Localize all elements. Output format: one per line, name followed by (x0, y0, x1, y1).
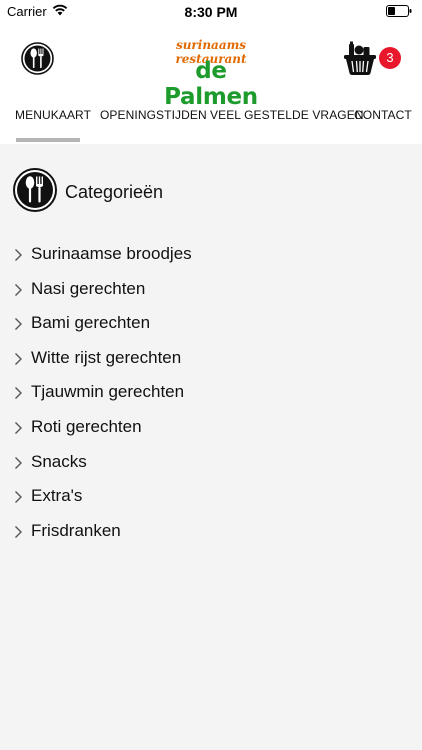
category-label: Frisdranken (31, 520, 121, 540)
chevron-right-icon (15, 387, 22, 400)
cart-count-badge[interactable]: 3 (379, 47, 401, 69)
cutlery-menu-icon[interactable] (21, 42, 54, 75)
active-tab-indicator (16, 138, 80, 142)
category-label: Surinaamse broodjes (31, 244, 192, 263)
category-item[interactable]: Surinaamse broodjes (0, 244, 422, 279)
category-label: Tjauwmin gerechten (31, 382, 185, 402)
chevron-right-icon (15, 318, 22, 331)
tab-openingstijden[interactable]: OPENINGSTIJDEN (100, 108, 207, 122)
category-label: Extra's (31, 486, 83, 506)
tab-contact[interactable]: CONTACT (354, 108, 412, 122)
battery-icon (386, 5, 412, 17)
category-item[interactable]: Tjauwmin gerechten (0, 382, 422, 417)
chevron-right-icon (15, 525, 22, 538)
chevron-right-icon (15, 456, 22, 469)
tab-menukaart[interactable]: MENUKAART (15, 108, 91, 122)
category-item[interactable]: Frisdranken (0, 521, 422, 556)
app-header: surinaams restaurant de Palmen 3 MENUKAA… (0, 22, 422, 144)
category-item[interactable]: Nasi gerechten (0, 279, 422, 314)
chevron-right-icon (15, 249, 22, 261)
category-item[interactable]: Witte rijst gerechten (0, 348, 422, 383)
clock: 8:30 PM (184, 4, 238, 20)
chevron-right-icon (15, 491, 22, 504)
category-label: Snacks (31, 451, 87, 471)
category-item[interactable]: Extra's (0, 486, 422, 521)
chevron-right-icon (15, 352, 22, 365)
tab-veel-gestelde-vragen[interactable]: VEEL GESTELDE VRAGEN (210, 108, 364, 122)
category-item[interactable]: Snacks (0, 452, 422, 487)
category-label: Bami gerechten (31, 313, 151, 333)
category-list: Surinaamse broodjes Nasi gerechten Bami … (0, 244, 422, 555)
category-item[interactable]: Roti gerechten (0, 417, 422, 452)
category-label: Witte rijst gerechten (31, 347, 182, 367)
category-item[interactable]: Bami gerechten (0, 313, 422, 348)
chevron-right-icon (15, 421, 22, 434)
categories-title: Categorieën (65, 182, 164, 202)
logo-name: de Palmen (164, 58, 258, 110)
restaurant-logo: surinaams restaurant de Palmen (148, 36, 274, 110)
categories-panel: Categorieën Surinaamse broodjes Nasi ger… (0, 144, 422, 750)
basket-icon[interactable] (343, 40, 377, 76)
chevron-right-icon (15, 283, 22, 296)
category-label: Nasi gerechten (31, 278, 146, 298)
cutlery-icon (13, 168, 57, 212)
category-label: Roti gerechten (31, 416, 142, 436)
status-bar: Carrier 8:30 PM (0, 0, 422, 22)
